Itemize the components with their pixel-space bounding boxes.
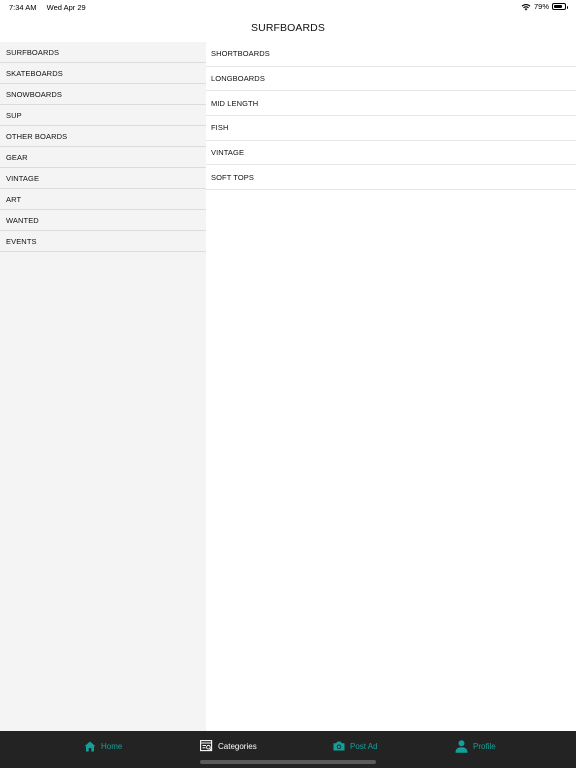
tab-profile[interactable]: Profile: [455, 739, 496, 753]
battery-percent: 79%: [533, 2, 549, 11]
sidebar-item-sup[interactable]: SUP: [0, 105, 206, 126]
tab-categories-label: Categories: [218, 741, 257, 751]
subcategory-shortboards[interactable]: SHORTBOARDS: [206, 42, 576, 67]
tab-categories[interactable]: Categories: [200, 739, 257, 753]
tab-home-label: Home: [101, 741, 123, 751]
app-screen: 7:34 AM Wed Apr 29 79% SURFBOARDS SURFBO…: [0, 0, 576, 768]
status-bar: 7:34 AM Wed Apr 29 79%: [0, 0, 576, 14]
tab-post-ad-label: Post Ad: [350, 741, 378, 751]
subcategory-vintage[interactable]: VINTAGE: [206, 141, 576, 166]
page-title: SURFBOARDS: [251, 22, 325, 34]
subcategory-soft-tops[interactable]: SOFT TOPS: [206, 165, 576, 191]
home-icon: [84, 741, 96, 752]
sidebar-item-surfboards[interactable]: SURFBOARDS: [0, 42, 206, 63]
status-time: 7:34 AM: [9, 3, 37, 12]
subcategory-mid-length[interactable]: MID LENGTH: [206, 91, 576, 117]
sidebar-item-snowboards[interactable]: SNOWBOARDS: [0, 84, 206, 105]
subcategory-fish[interactable]: FISH: [206, 116, 576, 141]
sidebar-item-other-boards[interactable]: OTHER BOARDS: [0, 126, 206, 147]
camera-icon: [333, 741, 345, 751]
battery-icon: [552, 3, 568, 10]
tab-profile-label: Profile: [473, 741, 496, 751]
status-right: 79%: [521, 2, 568, 11]
sidebar-item-art[interactable]: ART: [0, 189, 206, 210]
battery-fill: [554, 5, 562, 8]
subcategory-longboards[interactable]: LONGBOARDS: [206, 67, 576, 92]
category-sidebar: SURFBOARDS SKATEBOARDS SNOWBOARDS SUP OT…: [0, 42, 206, 731]
tab-home[interactable]: Home: [84, 739, 122, 753]
sidebar-item-skateboards[interactable]: SKATEBOARDS: [0, 63, 206, 84]
categories-icon: [200, 740, 213, 752]
person-icon: [455, 739, 468, 753]
wifi-icon: [521, 3, 531, 11]
sidebar-item-vintage[interactable]: VINTAGE: [0, 168, 206, 189]
subcategory-list: SHORTBOARDS LONGBOARDS MID LENGTH FISH V…: [206, 42, 576, 731]
sidebar-item-gear[interactable]: GEAR: [0, 147, 206, 168]
bottom-tab-bar: Home Categories Post Ad Profile: [0, 731, 576, 768]
status-date: Wed Apr 29: [46, 3, 86, 12]
sidebar-item-events[interactable]: EVENTS: [0, 231, 206, 252]
sidebar-item-wanted[interactable]: WANTED: [0, 210, 206, 231]
home-indicator: [200, 760, 376, 764]
tab-post-ad[interactable]: Post Ad: [333, 739, 378, 753]
status-left: 7:34 AM Wed Apr 29: [9, 3, 94, 12]
